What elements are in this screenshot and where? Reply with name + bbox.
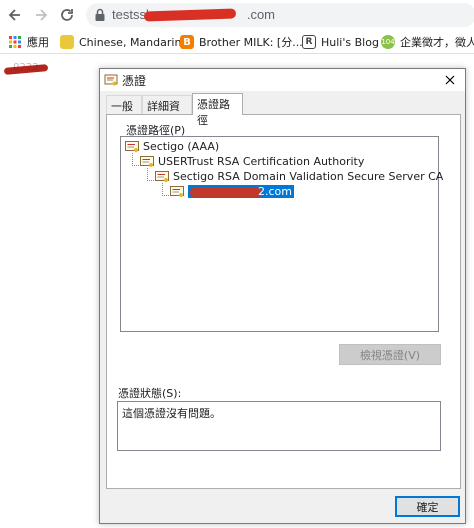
forward-button[interactable]: [31, 5, 51, 25]
tab-certification-path[interactable]: 憑證路徑: [192, 93, 243, 127]
bookmark-chinese-mandarin[interactable]: Chinese, Mandarin...: [60, 34, 192, 50]
cert-path-tree[interactable]: Sectigo (AAA) USERTrust RSA Certificatio…: [120, 136, 443, 332]
bookmark-label: 應用: [27, 36, 49, 49]
certificate-icon: [140, 155, 154, 167]
certificate-icon: [125, 140, 139, 152]
jobs-favicon-icon: 104: [381, 35, 395, 49]
close-button[interactable]: [439, 70, 461, 90]
bookmark-label: 企業徵才，徵人: [400, 36, 474, 49]
tree-node-leaf[interactable]: 2.com: [170, 184, 294, 199]
site-favicon-icon: [60, 35, 74, 49]
bookmark-label: Brother MILK: [分...: [199, 36, 303, 49]
bookmark-apps[interactable]: 應用: [8, 34, 49, 50]
cert-status-box[interactable]: 這個憑證沒有問題。: [117, 401, 441, 451]
tree-node-label: 2.com: [258, 185, 292, 198]
domain-redaction: [190, 187, 262, 197]
bookmark-jobs[interactable]: 104 企業徵才，徵人: [381, 34, 474, 50]
cert-status-label: 憑證狀態(S):: [118, 387, 182, 400]
tree-node-label: Sectigo RSA Domain Validation Secure Ser…: [173, 170, 444, 183]
tree-node-label: USERTrust RSA Certification Authority: [158, 155, 365, 168]
bookmark-label: Huli's Blog: [321, 35, 379, 49]
lock-icon: [95, 8, 105, 21]
blogger-icon: B: [180, 35, 194, 49]
bookmark-label: Chinese, Mandarin...: [79, 35, 192, 49]
certificate-icon: [170, 185, 184, 197]
huli-favicon-icon: R: [302, 35, 316, 49]
tab-details[interactable]: 詳細資料: [142, 95, 192, 129]
ok-button[interactable]: 確定: [395, 496, 460, 517]
tree-node-label: Sectigo (AAA): [143, 140, 220, 153]
tab-general[interactable]: 一般: [106, 95, 142, 114]
bookmarks-bar: 應用 Chinese, Mandarin... B Brother MILK: …: [0, 30, 474, 54]
selected-node-text: 2.com: [188, 185, 294, 198]
tree-node-intermediate-2[interactable]: Sectigo RSA Domain Validation Secure Ser…: [155, 169, 443, 184]
tree-node-intermediate-1[interactable]: USERTrust RSA Certification Authority: [140, 154, 364, 169]
certificate-dialog: 憑證 一般 詳細資料 憑證路徑 憑證路徑(P) Sectigo (AAA) US…: [99, 68, 466, 524]
cert-status-text: 這個憑證沒有問題。: [122, 407, 221, 420]
back-button[interactable]: [5, 5, 25, 25]
forward-arrow-icon: [36, 9, 48, 21]
address-bar[interactable]: testssl .com: [86, 3, 474, 27]
tab-label: 一般: [111, 100, 133, 113]
apps-grid-icon: [9, 36, 21, 48]
dialog-titlebar[interactable]: 憑證: [100, 69, 465, 91]
back-arrow-icon: [8, 9, 20, 21]
page-text: .0222: [10, 62, 39, 73]
tree-node-root[interactable]: Sectigo (AAA): [125, 139, 219, 154]
certificate-icon: [155, 170, 169, 182]
dialog-title: 憑證: [122, 74, 147, 88]
close-icon: [445, 75, 455, 85]
bookmark-hulis-blog[interactable]: R Huli's Blog: [302, 34, 379, 50]
reload-icon: [61, 9, 73, 21]
certificate-icon: [104, 74, 118, 86]
bookmark-brother-milk[interactable]: B Brother MILK: [分...: [180, 34, 303, 50]
reload-button[interactable]: [57, 5, 77, 25]
view-certificate-button[interactable]: 檢視憑證(V): [339, 344, 441, 365]
browser-toolbar: testssl .com: [0, 0, 474, 30]
